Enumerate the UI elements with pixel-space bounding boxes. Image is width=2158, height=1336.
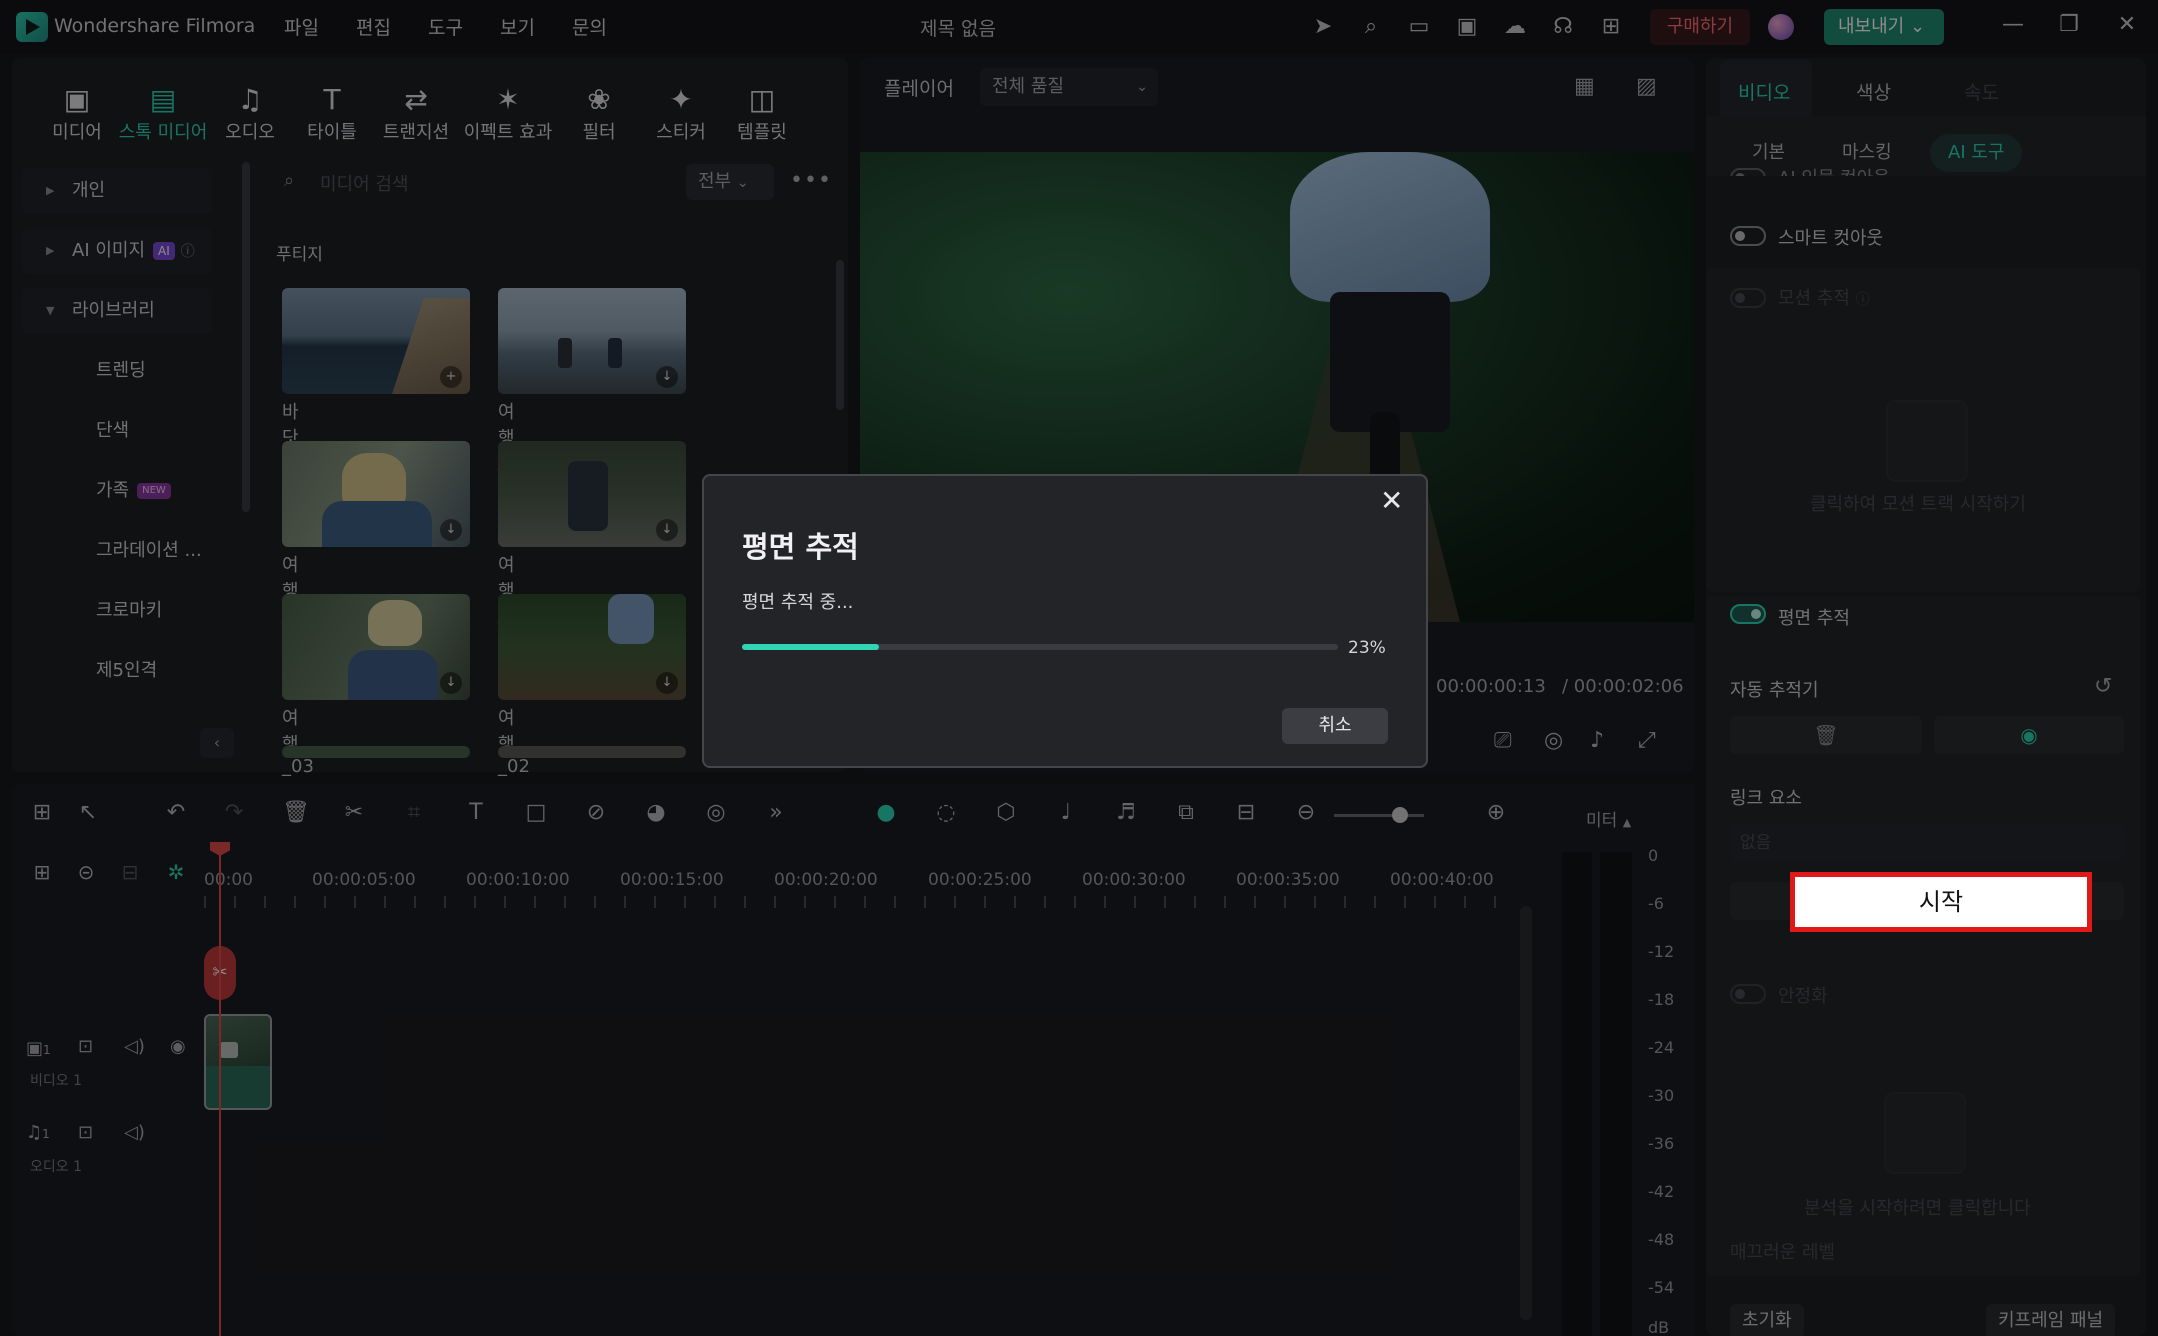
dialog-title: 평면 추적 xyxy=(742,530,859,564)
progress-percent: 23% xyxy=(1348,638,1386,658)
progress-fill xyxy=(742,644,879,650)
close-icon[interactable]: ✕ xyxy=(1380,484,1403,517)
filmora-app: Wondershare Filmora 파일 편집 도구 보기 문의 제목 없음… xyxy=(0,0,2158,1336)
cancel-button[interactable]: 취소 xyxy=(1282,708,1388,744)
start-tracking-highlight[interactable]: 시작 xyxy=(1790,872,2092,932)
dialog-status: 평면 추적 중... xyxy=(742,592,854,613)
